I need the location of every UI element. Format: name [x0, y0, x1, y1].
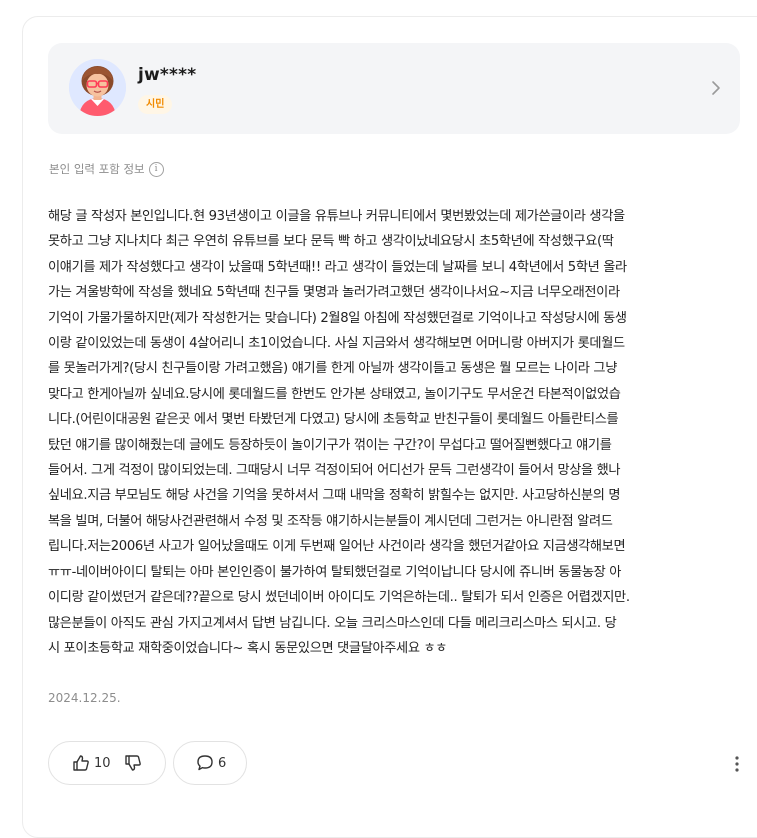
author-grade-badge: 시민	[138, 95, 173, 114]
post-body-line: 탔던 얘기를 많이해줬는데 글에도 등장하듯이 놀이기구가 꺾이는 구간?이 무…	[48, 437, 612, 453]
post-body-line: 기억이 가물가물하지만(제가 작성한거는 맞습니다) 2월8일 아침에 작성했던…	[48, 310, 627, 326]
post-body-line: 많은분들이 아직도 관심 가지고계셔서 답변 남깁니다. 오늘 크리스마스인데 …	[48, 615, 617, 631]
post-body-line: ㅠㅠ-네이버아이디 탈퇴는 아마 본인인증이 불가하여 탈퇴했던걸로 기억이납니…	[48, 564, 622, 580]
like-dislike-group: 10	[48, 741, 166, 785]
author-profile-card[interactable]: jw**** 시민	[48, 43, 740, 134]
thumbs-up-icon	[73, 755, 89, 771]
avatar	[69, 59, 126, 116]
avatar-illustration	[69, 59, 126, 116]
info-label: 본인 입력 포함 정보	[49, 162, 145, 176]
post-body-line: 못하고 그냥 지나치다 최근 우연히 유튜브를 보다 문득 빡 하고 생각이났네…	[48, 234, 614, 250]
info-source-line: 본인 입력 포함 정보 i	[49, 161, 164, 177]
post-body: 해당 글 작성자 본인입니다.현 93년생이고 이글을 유튜브나 커뮤니티에서 …	[48, 204, 744, 661]
post-body-line: 이얘기를 제가 작성했다고 생각이 났을때 5학년때!! 라고 생각이 들었는데…	[48, 259, 627, 275]
speech-bubble-icon	[197, 755, 213, 771]
like-button[interactable]: 10	[71, 753, 111, 773]
post-body-line: 해당 글 작성자 본인입니다.현 93년생이고 이글을 유튜브나 커뮤니티에서 …	[48, 209, 625, 224]
thumbs-down-icon	[124, 755, 141, 771]
post-body-line: 가는 겨울방학에 작성을 했네요 5학년때 친구들 몇명과 놀러가려고했던 생각…	[48, 285, 620, 301]
comment-button[interactable]: 6	[173, 741, 247, 785]
info-icon[interactable]: i	[148, 161, 164, 177]
post-body-line: 들어서. 그게 걱정이 많이되었는데. 그때당시 너무 걱정이되어 어디선가 문…	[48, 463, 621, 479]
post-body-line: 맞다고 한게아닐까 싶네요.당시에 롯데월드를 한번도 안가본 상태였고, 놀이…	[48, 386, 621, 402]
post-body-line: 복을 빌며, 더불어 해당사건관련해서 수정 및 조작등 얘기하시는분들이 계시…	[48, 513, 613, 529]
post-body-line: 싶네요.지금 부모님도 해당 사건을 기억을 못하셔서 그때 내막을 정확히 밝…	[48, 488, 621, 504]
post-body-line: 립니다.저는2006년 사고가 일어났을때도 이게 두번째 일어난 사건이라 생…	[48, 539, 626, 555]
comment-count: 6	[218, 755, 227, 771]
dislike-button[interactable]	[123, 753, 143, 773]
post-body-line: 이랑 같이있었는데 동생이 4살어리니 초1이었습니다. 사실 지금와서 생각해…	[48, 336, 625, 352]
more-vertical-icon[interactable]	[730, 754, 744, 774]
author-username: jw****	[138, 65, 197, 85]
post-date: 2024.12.25.	[48, 691, 121, 705]
post-body-line: 니다.(어린이대공원 같은곳 에서 몇번 타봤던게 다였고) 당시에 초등학교 …	[48, 412, 619, 428]
post-body-line: 를 못놀러가게?(당시 친구들이랑 가려고했음) 얘기를 한게 아닐까 생각이들…	[48, 361, 617, 377]
like-count: 10	[94, 755, 111, 771]
post-body-line: 이디랑 같이썼던거 같은데??끝으로 당시 썼던네이버 아이디도 기억은하는데.…	[48, 590, 630, 606]
chevron-right-icon[interactable]	[709, 80, 723, 96]
post-body-line: 시 포이초등학교 재학중이었습니다~ 혹시 동문있으면 댓글달아주세요 ㅎㅎ	[48, 640, 448, 656]
